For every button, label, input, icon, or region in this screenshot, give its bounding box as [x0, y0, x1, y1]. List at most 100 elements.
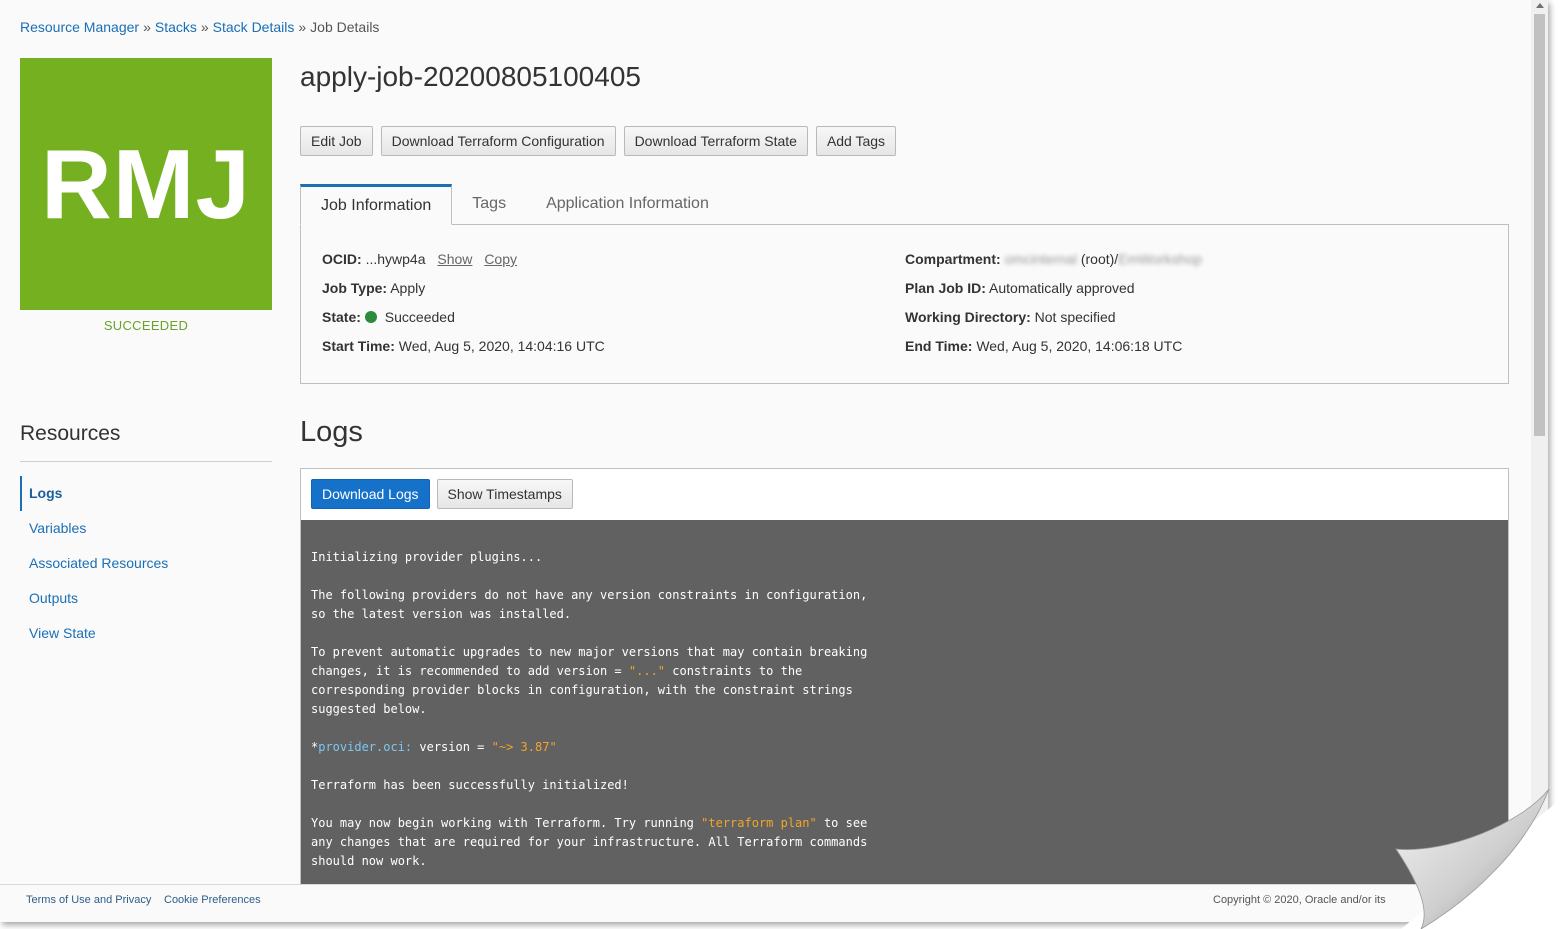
log-line: so the latest version was installed. [311, 607, 572, 621]
log-highlight: "..." [628, 664, 666, 678]
log-highlight: "terraform plan" [701, 816, 817, 830]
state-value: Succeeded [384, 309, 455, 325]
ocid-label: OCID: [322, 251, 362, 267]
info-column-right: Compartment: omcinternal (root)/EmWorksh… [905, 251, 1202, 367]
log-highlight: "~> 3.87" [491, 740, 557, 754]
tab-job-information[interactable]: Job Information [300, 184, 453, 225]
log-console[interactable]: Initializing provider plugins... The fol… [301, 520, 1508, 922]
breadcrumb-stack-details[interactable]: Stack Details [213, 19, 295, 35]
breadcrumb-current: Job Details [310, 19, 380, 35]
log-line: any changes that are required for your i… [311, 835, 868, 849]
state-success-dot-icon [364, 311, 377, 323]
log-line: To prevent automatic upgrades to new maj… [311, 645, 868, 659]
breadcrumb-separator: » [200, 19, 209, 35]
compartment-root: (root)/ [1080, 251, 1119, 267]
info-ocid: OCID: ...hywp4a Show Copy [322, 251, 605, 280]
compartment-name: EmWorkshop [1118, 251, 1202, 267]
show-timestamps-button[interactable]: Show Timestamps [436, 479, 573, 509]
job-type-value: Apply [390, 280, 426, 296]
page: Resource Manager» Stacks» Stack Details» Jo… [0, 0, 1548, 922]
end-time-label: End Time: [905, 338, 973, 354]
scroll-up-arrow-icon[interactable] [1536, 3, 1544, 8]
state-label: State: [322, 309, 361, 325]
copyright-text: Copyright © 2020, Oracle and/or its [1213, 894, 1386, 906]
log-line: should now work. [311, 854, 427, 868]
resources-item-view-state[interactable]: View State [20, 616, 272, 651]
log-text: version = [412, 740, 492, 754]
logs-section-title: Logs [300, 416, 363, 448]
compartment-tenant: omcinternal [1004, 251, 1077, 267]
job-status-label: SUCCEEDED [103, 318, 189, 333]
breadcrumb: Resource Manager» Stacks» Stack Details» Jo… [20, 19, 379, 35]
breadcrumb-separator: » [143, 19, 151, 35]
log-line: You may now begin working with Terraform… [311, 814, 1498, 833]
log-line: changes, it is recommended to add versio… [311, 662, 1498, 681]
log-line: suggested below. [311, 702, 427, 716]
download-terraform-configuration-button[interactable]: Download Terraform Configuration [380, 126, 616, 156]
download-logs-button[interactable]: Download Logs [311, 479, 430, 509]
log-line: The following providers do not have any … [311, 588, 868, 602]
plan-job-id-label: Plan Job ID: [905, 280, 986, 296]
log-text: to see [816, 816, 868, 830]
start-time-label: Start Time: [322, 338, 395, 354]
log-text: constraints to the [665, 664, 803, 678]
job-type-label: Job Type: [322, 280, 388, 296]
log-provider: provider.oci: [318, 740, 413, 754]
job-actions: Edit Job Download Terraform Configuratio… [300, 126, 897, 156]
info-working-directory: Working Directory: Not specified [905, 309, 1202, 338]
scrollbar-thumb[interactable] [1534, 14, 1545, 436]
resources-nav: Logs Variables Associated Resources Outp… [20, 476, 272, 651]
add-tags-button[interactable]: Add Tags [815, 126, 897, 156]
working-directory-label: Working Directory: [905, 309, 1031, 325]
start-time-value: Wed, Aug 5, 2020, 14:04:16 UTC [398, 338, 605, 354]
resources-title: Resources [20, 422, 121, 445]
end-time-value: Wed, Aug 5, 2020, 14:06:18 UTC [976, 338, 1183, 354]
logs-panel: Download Logs Show Timestamps Initializi… [300, 468, 1509, 922]
info-end-time: End Time: Wed, Aug 5, 2020, 14:06:18 UTC [905, 338, 1202, 367]
plan-job-id-value: Automatically approved [989, 280, 1135, 296]
resources-item-logs[interactable]: Logs [20, 476, 272, 511]
resources-item-outputs[interactable]: Outputs [20, 581, 272, 616]
log-line: Initializing provider plugins... [311, 550, 543, 564]
info-job-type: Job Type: Apply [322, 280, 605, 309]
download-terraform-state-button[interactable]: Download Terraform State [623, 126, 808, 156]
resources-item-associated-resources[interactable]: Associated Resources [20, 546, 272, 581]
info-column-left: OCID: ...hywp4a Show Copy Job Type: Appl… [322, 251, 605, 367]
resources-item-variables[interactable]: Variables [20, 511, 272, 546]
breadcrumb-stacks[interactable]: Stacks [155, 19, 197, 35]
tab-tags[interactable]: Tags [452, 184, 526, 225]
log-line: corresponding provider blocks in configu… [311, 683, 853, 697]
job-logo-text: RMJ [41, 128, 251, 239]
breadcrumb-resource-manager[interactable]: Resource Manager [20, 19, 139, 35]
info-plan-job-id: Plan Job ID: Automatically approved [905, 280, 1202, 309]
info-state: State: Succeeded [322, 309, 605, 338]
info-start-time: Start Time: Wed, Aug 5, 2020, 14:04:16 U… [322, 338, 605, 367]
job-logo-tile: RMJ [20, 58, 272, 310]
terms-of-use-link[interactable]: Terms of Use and Privacy [26, 894, 151, 906]
page-footer: Terms of Use and Privacy Cookie Preferen… [0, 884, 1531, 922]
breadcrumb-separator: » [298, 19, 307, 35]
log-line: Terraform has been successfully initiali… [311, 778, 629, 792]
resources-divider [20, 461, 272, 462]
log-text: You may now begin working with Terraform… [311, 816, 702, 830]
log-text: changes, it is recommended to add versio… [311, 664, 629, 678]
working-directory-value: Not specified [1034, 309, 1116, 325]
tab-application-information[interactable]: Application Information [526, 184, 729, 225]
job-information-panel: OCID: ...hywp4a Show Copy Job Type: Appl… [300, 224, 1509, 384]
logs-toolbar: Download Logs Show Timestamps [301, 469, 1508, 520]
ocid-copy-link[interactable]: Copy [484, 251, 517, 267]
page-title: apply-job-20200805100405 [300, 61, 641, 92]
cookie-preferences-link[interactable]: Cookie Preferences [164, 894, 261, 906]
ocid-value: ...hywp4a [365, 251, 426, 267]
edit-job-button[interactable]: Edit Job [300, 126, 373, 156]
page-scrollbar[interactable] [1531, 0, 1548, 922]
info-compartment: Compartment: omcinternal (root)/EmWorksh… [905, 251, 1202, 280]
job-tabs: Job Information Tags Application Informa… [300, 184, 729, 225]
compartment-label: Compartment: [905, 251, 1001, 267]
ocid-show-link[interactable]: Show [437, 251, 472, 267]
